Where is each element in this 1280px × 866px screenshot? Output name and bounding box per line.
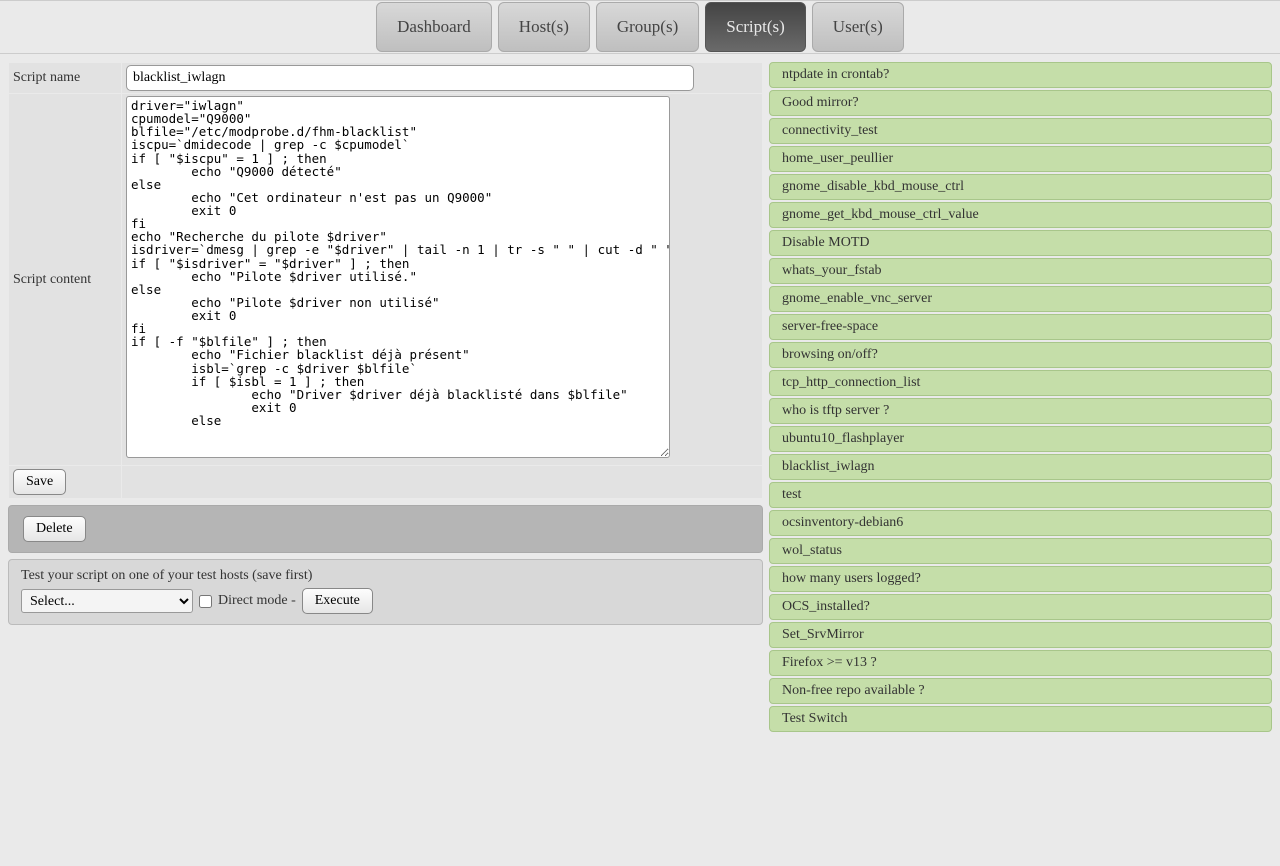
script-form: Script name Script content Save <box>8 62 763 499</box>
script-content-textarea[interactable] <box>126 96 670 458</box>
script-name-label: Script name <box>9 63 121 93</box>
script-item[interactable]: gnome_enable_vnc_server <box>769 286 1272 312</box>
script-item[interactable]: ubuntu10_flashplayer <box>769 426 1272 452</box>
script-item[interactable]: test <box>769 482 1272 508</box>
script-item[interactable]: tcp_http_connection_list <box>769 370 1272 396</box>
script-item[interactable]: ocsinventory-debian6 <box>769 510 1272 536</box>
script-item[interactable]: whats_your_fstab <box>769 258 1272 284</box>
test-panel: Test your script on one of your test hos… <box>8 559 763 625</box>
script-item[interactable]: Firefox >= v13 ? <box>769 650 1272 676</box>
tab-bar: DashboardHost(s)Group(s)Script(s)User(s) <box>0 2 1280 54</box>
execute-button[interactable]: Execute <box>302 588 373 614</box>
direct-mode-checkbox[interactable] <box>199 595 212 608</box>
script-item[interactable]: Good mirror? <box>769 90 1272 116</box>
script-item[interactable]: connectivity_test <box>769 118 1272 144</box>
script-list: ntpdate in crontab?Good mirror?connectiv… <box>769 62 1272 732</box>
script-item[interactable]: how many users logged? <box>769 566 1272 592</box>
script-item[interactable]: Set_SrvMirror <box>769 622 1272 648</box>
script-name-input[interactable] <box>126 65 694 91</box>
delete-button[interactable]: Delete <box>23 516 86 542</box>
script-item[interactable]: Test Switch <box>769 706 1272 732</box>
script-item[interactable]: wol_status <box>769 538 1272 564</box>
tab-hosts[interactable]: Host(s) <box>498 2 590 52</box>
script-item[interactable]: OCS_installed? <box>769 594 1272 620</box>
script-item[interactable]: who is tftp server ? <box>769 398 1272 424</box>
script-item[interactable]: browsing on/off? <box>769 342 1272 368</box>
script-item[interactable]: home_user_peullier <box>769 146 1272 172</box>
save-button[interactable]: Save <box>13 469 66 495</box>
script-item[interactable]: blacklist_iwlagn <box>769 454 1272 480</box>
main-content: Script name Script content Save Delete <box>0 54 1280 740</box>
tab-groups[interactable]: Group(s) <box>596 2 699 52</box>
script-item[interactable]: gnome_disable_kbd_mouse_ctrl <box>769 174 1272 200</box>
editor-panel: Script name Script content Save Delete <box>8 62 763 732</box>
script-item[interactable]: Non-free repo available ? <box>769 678 1272 704</box>
script-item[interactable]: ntpdate in crontab? <box>769 62 1272 88</box>
test-label: Test your script on one of your test hos… <box>21 568 750 584</box>
tab-users[interactable]: User(s) <box>812 2 904 52</box>
script-list-panel: ntpdate in crontab?Good mirror?connectiv… <box>769 62 1272 732</box>
direct-mode-label: Direct mode - <box>218 593 296 609</box>
host-select[interactable]: Select... <box>21 589 193 613</box>
tab-scripts[interactable]: Script(s) <box>705 2 806 52</box>
delete-panel: Delete <box>8 505 763 553</box>
script-content-label: Script content <box>9 94 121 465</box>
script-item[interactable]: Disable MOTD <box>769 230 1272 256</box>
script-item[interactable]: gnome_get_kbd_mouse_ctrl_value <box>769 202 1272 228</box>
tab-dashboard[interactable]: Dashboard <box>376 2 492 52</box>
script-item[interactable]: server-free-space <box>769 314 1272 340</box>
